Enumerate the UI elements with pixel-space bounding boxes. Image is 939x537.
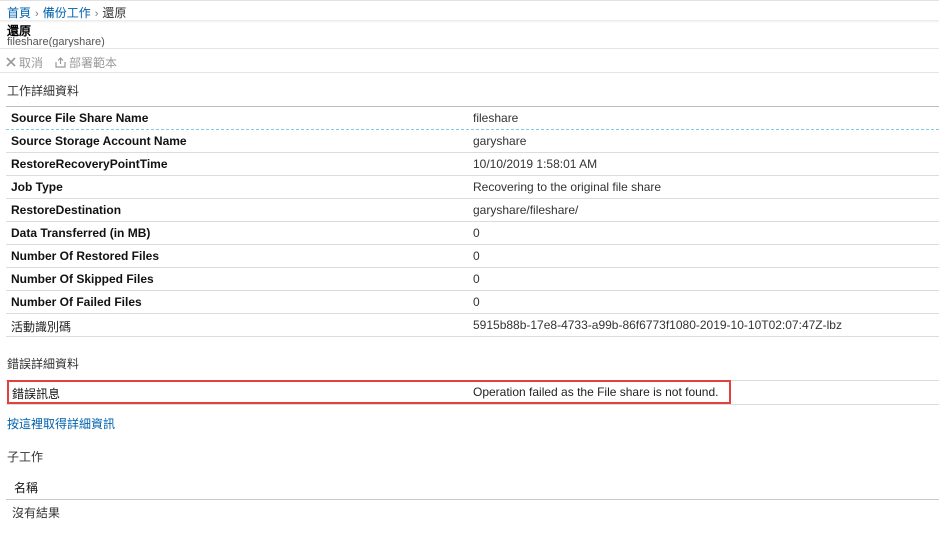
row-value: 10/10/2019 1:58:01 AM: [473, 157, 598, 171]
table-row: Data Transferred (in MB) 0: [6, 222, 939, 245]
deploy-upload-icon: [55, 56, 66, 68]
job-details-table: Source File Share Name fileshare Source …: [6, 106, 939, 337]
breadcrumb-separator-icon: ›: [35, 8, 39, 20]
row-value: fileshare: [473, 111, 519, 125]
row-key: Source File Share Name: [11, 111, 149, 125]
column-header-name[interactable]: 名稱: [14, 479, 38, 496]
error-message-key: 錯誤訊息: [12, 387, 61, 401]
table-row: Source File Share Name fileshare: [6, 106, 939, 130]
top-bar: 首頁 › 備份工作 › 還原: [0, 0, 939, 21]
row-value: 0: [473, 295, 480, 309]
breadcrumb-separator-icon: ›: [94, 8, 99, 20]
table-row: Number Of Restored Files 0: [6, 245, 939, 268]
command-bar: 取消 部署範本: [6, 54, 117, 70]
cancel-button[interactable]: 取消: [6, 54, 43, 71]
row-key: Number Of Skipped Files: [11, 272, 154, 286]
deploy-template-button[interactable]: 部署範本: [55, 54, 117, 71]
breadcrumb-backup-jobs-link[interactable]: 備份工作: [43, 6, 91, 20]
divider: [0, 72, 939, 73]
deploy-template-label: 部署範本: [69, 55, 118, 70]
breadcrumb-current: 還原: [102, 6, 127, 20]
breadcrumb: 首頁 › 備份工作 › 還原: [7, 4, 126, 21]
row-key: RestoreDestination: [11, 203, 122, 217]
sub-jobs-title: 子工作: [7, 450, 44, 464]
table-row: Source Storage Account Name garyshare: [6, 130, 939, 153]
row-key: RestoreRecoveryPointTime: [11, 157, 168, 171]
sub-jobs-table-header: 名稱: [6, 475, 939, 500]
row-value: 0: [473, 226, 480, 240]
divider: [0, 48, 939, 49]
row-value: garyshare: [473, 134, 527, 148]
header-shadow: [0, 20, 939, 23]
row-value: 0: [473, 249, 480, 263]
row-key: Source Storage Account Name: [11, 134, 187, 148]
table-row: RestoreDestination garyshare/fileshare/: [6, 199, 939, 222]
more-details-link[interactable]: 按這裡取得詳細資訊: [7, 415, 115, 432]
row-value: 5915b88b-17e8-4733-a99b-86f6773f1080-201…: [473, 318, 842, 332]
table-row: 活動識別碼 5915b88b-17e8-4733-a99b-86f6773f10…: [6, 314, 939, 337]
row-key: 活動識別碼: [11, 320, 72, 334]
table-row: Job Type Recovering to the original file…: [6, 176, 939, 199]
row-value: Recovering to the original file share: [473, 180, 662, 194]
job-details-title: 工作詳細資料: [7, 84, 80, 98]
cancel-button-label: 取消: [19, 55, 44, 70]
row-key: Number Of Failed Files: [11, 295, 142, 309]
error-message-row: 錯誤訊息 Operation failed as the File share …: [6, 380, 939, 405]
breadcrumb-home-link[interactable]: 首頁: [7, 6, 31, 20]
table-row: Number Of Skipped Files 0: [6, 268, 939, 291]
row-key: Data Transferred (in MB): [11, 226, 151, 240]
row-key: Job Type: [11, 180, 63, 194]
error-details-title: 錯誤詳細資料: [7, 357, 80, 371]
table-row: Number Of Failed Files 0: [6, 291, 939, 314]
row-value: garyshare/fileshare/: [473, 203, 579, 217]
empty-state-text: 沒有結果: [12, 506, 61, 520]
table-row: RestoreRecoveryPointTime 10/10/2019 1:58…: [6, 153, 939, 176]
row-value: 0: [473, 272, 480, 286]
error-message-value: Operation failed as the File share is no…: [473, 385, 719, 399]
close-icon: [6, 57, 16, 67]
page-subtitle: fileshare(garyshare): [7, 36, 105, 47]
row-key: Number Of Restored Files: [11, 249, 160, 263]
